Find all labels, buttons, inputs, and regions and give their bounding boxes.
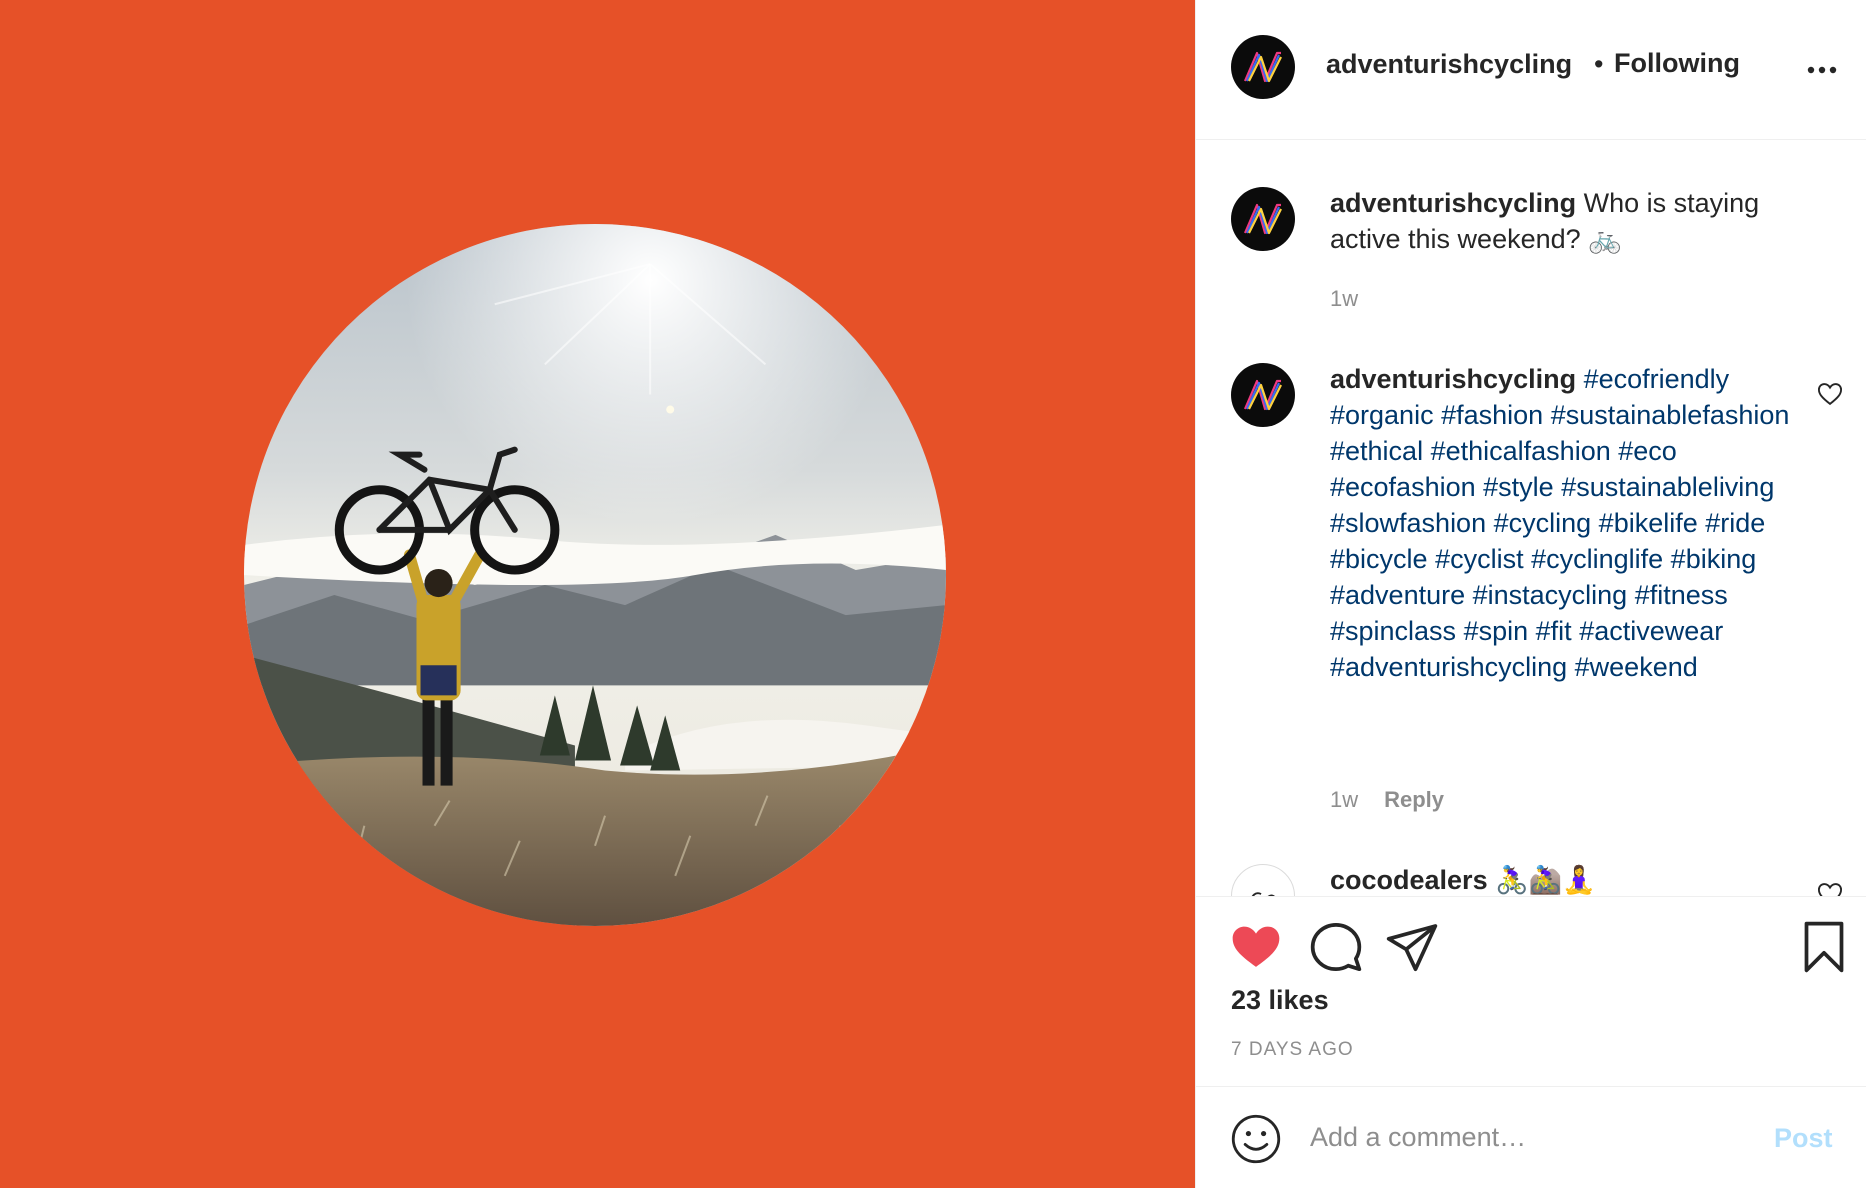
- hashtag-link[interactable]: #instacycling: [1473, 580, 1628, 610]
- hashtag-link[interactable]: #fit: [1536, 616, 1572, 646]
- hashtag-link[interactable]: #ethical: [1330, 436, 1423, 466]
- emoji-icon[interactable]: [1230, 1113, 1282, 1165]
- post-photo: [244, 224, 946, 926]
- post-actions: 23 likes 7 DAYS AGO: [1196, 896, 1866, 1086]
- adventurish-logo-icon: [1243, 379, 1282, 411]
- hashtag-link[interactable]: #sustainablefashion: [1551, 400, 1790, 430]
- following-button[interactable]: Following: [1614, 48, 1740, 79]
- hashtag-link[interactable]: #ethicalfashion: [1431, 436, 1611, 466]
- hashtag-link[interactable]: #weekend: [1575, 652, 1698, 682]
- comment-username[interactable]: adventurishcycling: [1330, 364, 1576, 394]
- heart-filled-icon[interactable]: [1228, 919, 1284, 975]
- hashtag-link[interactable]: #sustainableliving: [1561, 472, 1774, 502]
- hashtag-link[interactable]: #style: [1483, 472, 1554, 502]
- hashtag-link[interactable]: #cyclinglife: [1531, 544, 1663, 574]
- comment-time[interactable]: 1w: [1330, 286, 1358, 311]
- reply-button[interactable]: Reply: [1384, 787, 1444, 812]
- avatar[interactable]: [1231, 35, 1295, 99]
- avatar[interactable]: [1231, 363, 1295, 427]
- more-horizontal-icon[interactable]: [1802, 46, 1842, 86]
- comment-username[interactable]: adventurishcycling: [1330, 188, 1576, 218]
- post-author-username[interactable]: adventurishcycling: [1326, 49, 1572, 80]
- hashtag-link[interactable]: #adventurishcycling: [1330, 652, 1567, 682]
- post-media[interactable]: [0, 0, 1195, 1188]
- hashtag-link[interactable]: #cycling: [1494, 508, 1592, 538]
- comment-meta: 1w: [1330, 286, 1358, 312]
- hashtag-link[interactable]: #bicycle: [1330, 544, 1428, 574]
- hashtag-link[interactable]: #cyclist: [1435, 544, 1524, 574]
- likes-count[interactable]: 23 likes: [1231, 985, 1329, 1016]
- hashtag-link[interactable]: #spinclass: [1330, 616, 1456, 646]
- hashtag-link[interactable]: #ecofashion: [1330, 472, 1476, 502]
- caption-text: adventurishcycling Who is staying active…: [1330, 185, 1800, 257]
- comments-list[interactable]: adventurishcycling Who is staying active…: [1196, 140, 1866, 896]
- hashtag-link[interactable]: #organic: [1330, 400, 1434, 430]
- comment-meta: 1w Reply: [1330, 787, 1444, 813]
- hashtag-link[interactable]: #bikelife: [1599, 508, 1698, 538]
- adventurish-logo-icon: [1243, 203, 1282, 235]
- like-comment-heart-icon[interactable]: [1816, 380, 1844, 408]
- post-header: adventurishcycling • Following: [1196, 0, 1866, 140]
- hashtag-link[interactable]: #adventure: [1330, 580, 1465, 610]
- bookmark-icon[interactable]: [1796, 919, 1852, 975]
- hashtag-link[interactable]: #ecofriendly: [1584, 364, 1730, 394]
- post-details-panel: adventurishcycling • Following adventuri…: [1195, 0, 1866, 1188]
- hashtag-link[interactable]: #slowfashion: [1330, 508, 1486, 538]
- hashtag-link[interactable]: #activewear: [1579, 616, 1723, 646]
- like-comment-heart-icon[interactable]: [1816, 880, 1844, 896]
- adventurish-logo-icon: [1243, 51, 1282, 83]
- comment-body: 🚴‍♀️🚵‍♀️🧘‍♀️: [1495, 865, 1596, 895]
- separator-dot: •: [1594, 49, 1604, 79]
- comment-username[interactable]: cocodealers: [1330, 865, 1488, 895]
- cocodealers-logo-icon: [1251, 892, 1275, 896]
- post-comment-button[interactable]: Post: [1774, 1123, 1833, 1154]
- hashtag-link[interactable]: #biking: [1671, 544, 1757, 574]
- post-photo-illustration: [244, 224, 946, 926]
- comment-text: cocodealers 🚴‍♀️🚵‍♀️🧘‍♀️: [1330, 862, 1800, 896]
- hashtag-link[interactable]: #spin: [1464, 616, 1529, 646]
- comment-text: adventurishcycling #ecofriendly #organic…: [1330, 361, 1800, 685]
- hashtag-link[interactable]: #fashion: [1441, 400, 1543, 430]
- hashtag-link[interactable]: #eco: [1618, 436, 1677, 466]
- paper-plane-icon[interactable]: [1384, 919, 1440, 975]
- comment-time[interactable]: 1w: [1330, 787, 1358, 812]
- add-comment-input[interactable]: [1310, 1111, 1740, 1163]
- post-age[interactable]: 7 DAYS AGO: [1231, 1039, 1354, 1061]
- avatar[interactable]: [1231, 187, 1295, 251]
- hashtag-link[interactable]: #ride: [1705, 508, 1765, 538]
- avatar[interactable]: [1231, 864, 1295, 896]
- add-comment-bar: Post: [1196, 1086, 1866, 1188]
- comment-icon[interactable]: [1308, 919, 1364, 975]
- hashtag-link[interactable]: #fitness: [1635, 580, 1728, 610]
